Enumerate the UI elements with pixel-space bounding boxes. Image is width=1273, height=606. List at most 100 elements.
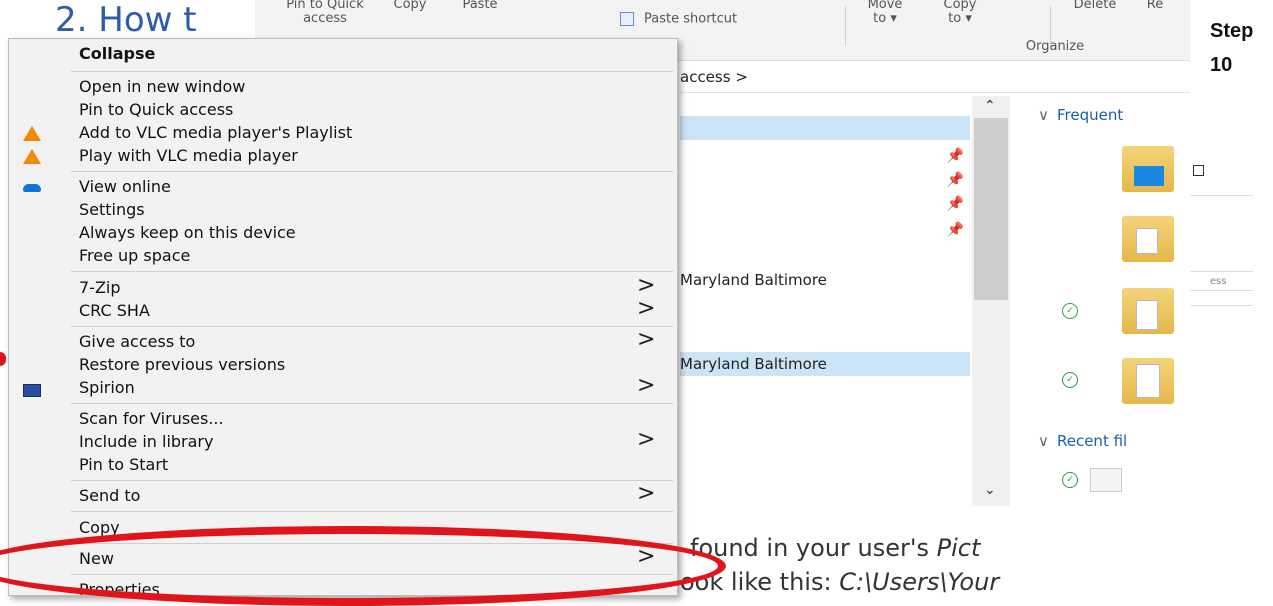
move-to-button[interactable]: Move to ▾ [860,0,910,26]
paste-button[interactable]: Paste [455,0,505,12]
side-panel-text: ess [1210,276,1227,287]
side-panel: ess [1190,195,1253,287]
chevron-down-icon: ∨ [1038,106,1049,124]
menu-item-label: Give access to [79,332,196,351]
desktop-overlay-icon [1134,166,1164,186]
submenu-arrow-icon: > [637,481,656,506]
chevron-down-icon: ∨ [1038,432,1049,450]
menu-item-always-keep[interactable]: Always keep on this device [9,222,677,245]
content-pane: ∨ Frequent ✓ ✓ ∨ Recent fil ✓ [1012,96,1190,506]
divider [1190,305,1253,306]
nav-item[interactable]: 📌 [680,144,970,168]
pin-access-label: access [303,11,347,26]
doc-line1-text: found in your user's [690,534,937,562]
menu-item-include-library[interactable]: Include in library > [9,427,677,454]
menu-item-open-new-window[interactable]: Open in new window [9,76,677,99]
menu-item-restore-versions[interactable]: Restore previous versions [9,354,677,377]
document-overlay-icon [1136,228,1158,254]
recent-files-header[interactable]: ∨ Recent fil [1038,432,1127,450]
pin-icon: 📌 [946,172,964,188]
nav-item[interactable]: 📌 [680,192,970,216]
menu-item-label: CRC SHA [79,301,150,320]
menu-item-collapse[interactable]: Collapse [9,43,677,66]
menu-item-scan-viruses[interactable]: Scan for Viruses... [9,408,677,431]
highlight-ring-annotation [0,526,726,606]
copy-button[interactable]: Copy [385,0,435,12]
menu-item-label: Restore previous versions [79,355,286,374]
menu-item-label: Spirion [79,378,135,397]
document-overlay-icon [1136,300,1158,330]
menu-item-view-online[interactable]: View online [9,176,677,199]
menu-item-label: Include in library [79,432,214,451]
delete-button[interactable]: Delete [1065,0,1125,12]
menu-item-label: Open in new window [79,77,246,96]
menu-item-free-up-space[interactable]: Free up space [9,245,677,268]
nav-item-maryland-selected[interactable]: Maryland Baltimore [680,352,970,376]
step-word: Step [1210,20,1254,42]
folder-icon[interactable] [1122,146,1174,192]
file-icon[interactable] [1090,468,1122,492]
pin-to-quick-access-button[interactable]: Pin to Quick access [275,0,375,26]
submenu-arrow-icon: > [637,427,656,452]
menu-item-label: Send to [79,486,141,505]
sync-check-icon: ✓ [1062,472,1078,488]
submenu-arrow-icon: > [637,373,656,398]
submenu-arrow-icon: > [637,273,656,298]
folder-icon[interactable] [1122,358,1174,404]
copy-to-label: to ▾ [948,11,972,26]
frequent-label: Frequent [1056,106,1124,124]
divider [1190,290,1253,291]
document-heading: 2. How t [55,0,197,40]
paste-shortcut-button[interactable]: Paste shortcut [620,12,820,27]
doc-line2-italic: C:\Users\Your [839,568,1000,596]
rename-button[interactable]: Re [1140,0,1170,12]
ribbon-separator [845,6,846,46]
step-label: Step 10 [1210,14,1253,82]
menu-separator [71,403,673,404]
move-to-label: to ▾ [873,11,897,26]
document-overlay-icon [1136,364,1160,398]
folder-icon[interactable] [1122,216,1174,262]
menu-separator [71,171,673,172]
spirion-icon [23,381,41,397]
scroll-down-icon[interactable]: ⌄ [984,482,996,498]
nav-item[interactable]: 📌 [680,218,970,242]
red-marker [0,352,6,366]
menu-item-label: Always keep on this device [79,223,296,242]
nav-item[interactable]: 📌 [680,168,970,192]
submenu-arrow-icon: > [637,296,656,321]
pin-icon: 📌 [946,196,964,212]
menu-item-label: Add to VLC media player's Playlist [79,123,353,142]
sync-check-icon: ✓ [1062,372,1078,388]
menu-item-play-vlc[interactable]: Play with VLC media player [9,145,677,168]
menu-item-crc-sha[interactable]: CRC SHA > [9,296,677,323]
menu-item-pin-to-start[interactable]: Pin to Start [9,454,677,477]
menu-separator [71,326,673,327]
menu-item-add-vlc-playlist[interactable]: Add to VLC media player's Playlist [9,122,677,145]
menu-item-spirion[interactable]: Spirion > [9,373,677,400]
menu-item-send-to[interactable]: Send to > [9,481,677,508]
nav-item-maryland[interactable]: Maryland Baltimore [680,268,970,292]
menu-item-label: 7-Zip [79,278,121,297]
document-text-line-1: found in your user's Pict [690,534,980,562]
menu-item-label: Pin to Start [79,455,169,474]
address-bar[interactable]: access > [680,62,1190,93]
menu-separator [71,71,673,72]
menu-item-7zip[interactable]: 7-Zip > [9,273,677,300]
copy-to-button[interactable]: Copy to ▾ [935,0,985,26]
menu-item-settings[interactable]: Settings [9,199,677,222]
paste-shortcut-label: Paste shortcut [644,11,738,27]
menu-item-give-access[interactable]: Give access to > [9,327,677,354]
nav-item-selected[interactable] [680,116,970,140]
sync-check-icon: ✓ [1062,303,1078,319]
folder-icon[interactable] [1122,288,1174,334]
scroll-up-icon[interactable]: ⌃ [984,98,996,114]
scrollbar-thumb[interactable] [974,118,1008,300]
doc-line1-italic: Pict [936,534,981,562]
menu-item-label: Settings [79,200,145,219]
menu-item-label: Pin to Quick access [79,100,234,119]
maximize-icon[interactable] [1193,165,1204,176]
menu-item-label: Scan for Viruses... [79,409,224,428]
frequent-folders-header[interactable]: ∨ Frequent [1038,106,1123,124]
menu-item-pin-quick-access[interactable]: Pin to Quick access [9,99,677,122]
